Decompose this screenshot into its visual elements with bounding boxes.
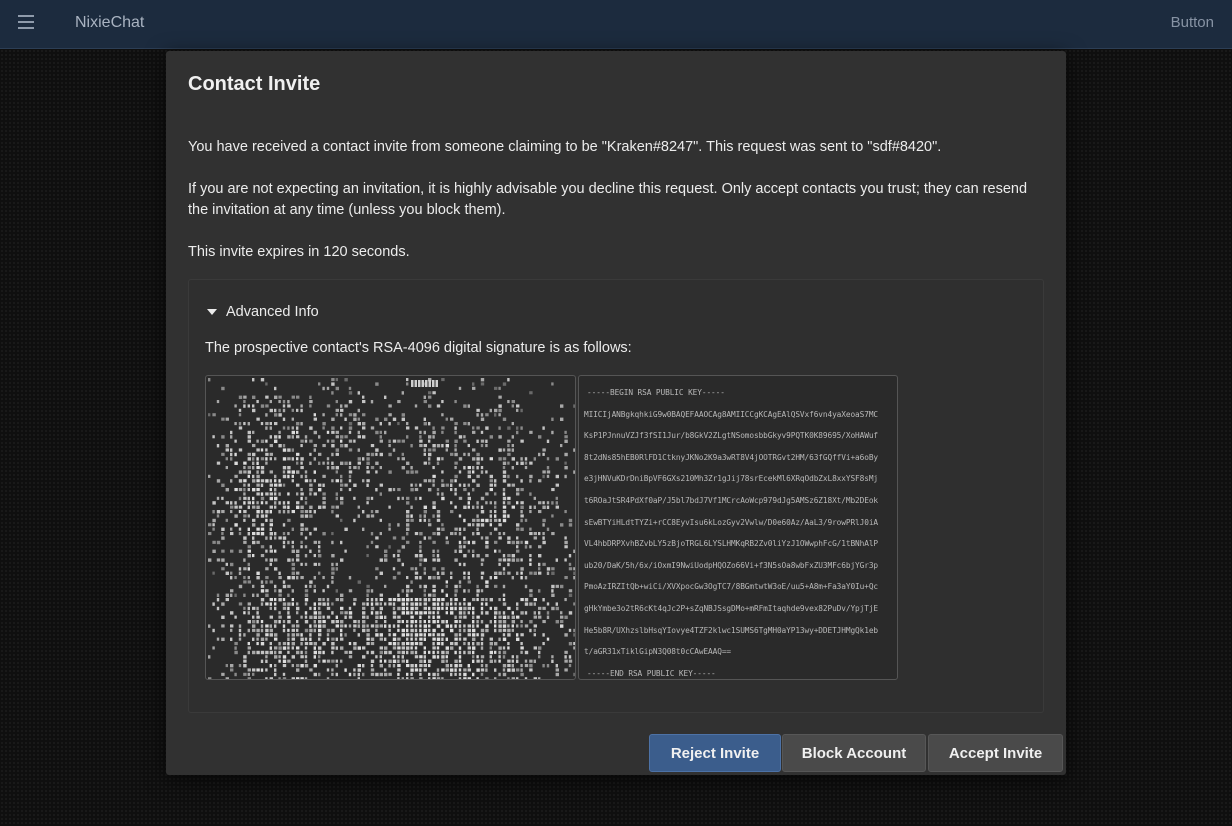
top-bar: NixieChat Button bbox=[0, 0, 1232, 49]
advanced-info-panel: Advanced Info The prospective contact's … bbox=[188, 279, 1044, 713]
caret-down-icon bbox=[207, 309, 217, 315]
public-key-line: sEwBTYiHLdtTYZi+rCC8EyvIsu6kLozGyv2Vwlw/… bbox=[584, 517, 879, 527]
invite-expiry: This invite expires in 120 seconds. bbox=[188, 244, 410, 260]
top-bar-button[interactable]: Button bbox=[1171, 14, 1214, 31]
advanced-info-label: Advanced Info bbox=[226, 304, 319, 320]
public-key-line: 8t2dNs85hEB0RlFD1CtknyJKNo2K9a3wRT8V4jOO… bbox=[584, 452, 879, 462]
signature-art-image bbox=[208, 378, 575, 679]
public-key-line: MIICIjANBgkqhkiG9w0BAQEFAAOCAg8AMIICCgKC… bbox=[584, 409, 879, 419]
public-key-line: t/aGR31xTiklGipN3Q08t0cCAwEAAQ== bbox=[584, 647, 732, 657]
public-key-line: ub20/DaK/5h/6x/iOxmI9NwiUodpHQOZo66Vi+f3… bbox=[584, 560, 879, 570]
public-key-line: gHkYmbe3o2tR6cKt4qJc2P+sZqNBJSsgDMo+mRFm… bbox=[584, 604, 879, 613]
public-key-line: -----END RSA PUBLIC KEY----- bbox=[587, 668, 716, 678]
invite-warning: If you are not expecting an invitation, … bbox=[188, 181, 1028, 218]
dialog-title: Contact Invite bbox=[188, 73, 321, 95]
public-key-text: -----BEGIN RSA PUBLIC KEY----- MIICIjANBg… bbox=[578, 375, 898, 680]
public-key-line: t6ROaJtSR4PdXf0aP/J5bl7bdJ7Vf1MCrcAoWcp9… bbox=[584, 496, 879, 505]
public-key-line: He5b8R/UXhzslbHsqYIovye4TZF2klwc1SUMS6Tg… bbox=[584, 625, 879, 635]
public-key-line: VL4hbDRPXvhBZvbLY5zBjoTRGL6LYSLHMKqRB2Zv… bbox=[584, 539, 879, 549]
signature-visualization bbox=[205, 375, 576, 680]
public-key-line: KsP1PJnnuVZJf3fSI1Jur/b8GkV2ZLgtNSomosbb… bbox=[584, 431, 879, 441]
reject-invite-button[interactable]: Reject Invite bbox=[649, 734, 781, 772]
public-key-line: -----BEGIN RSA PUBLIC KEY----- bbox=[587, 388, 725, 397]
signature-description: The prospective contact's RSA-4096 digit… bbox=[205, 340, 632, 356]
app-title: NixieChat bbox=[75, 14, 145, 31]
hamburger-menu-icon[interactable] bbox=[18, 15, 34, 31]
invite-message: You have received a contact invite from … bbox=[188, 139, 942, 155]
public-key-line: PmoAzIRZItQb+wiCi/XVXpocGw3OgTC7/8BGmtwt… bbox=[584, 582, 879, 592]
public-key-line: e3jHNVuKDrDniBpVF6GXs210Mh3Zr1gJij78srEc… bbox=[584, 474, 879, 484]
accept-invite-button[interactable]: Accept Invite bbox=[928, 734, 1063, 772]
block-account-button[interactable]: Block Account bbox=[782, 734, 926, 772]
advanced-info-toggle[interactable]: Advanced Info bbox=[207, 304, 319, 320]
contact-invite-dialog: Contact Invite You have received a conta… bbox=[166, 51, 1066, 775]
